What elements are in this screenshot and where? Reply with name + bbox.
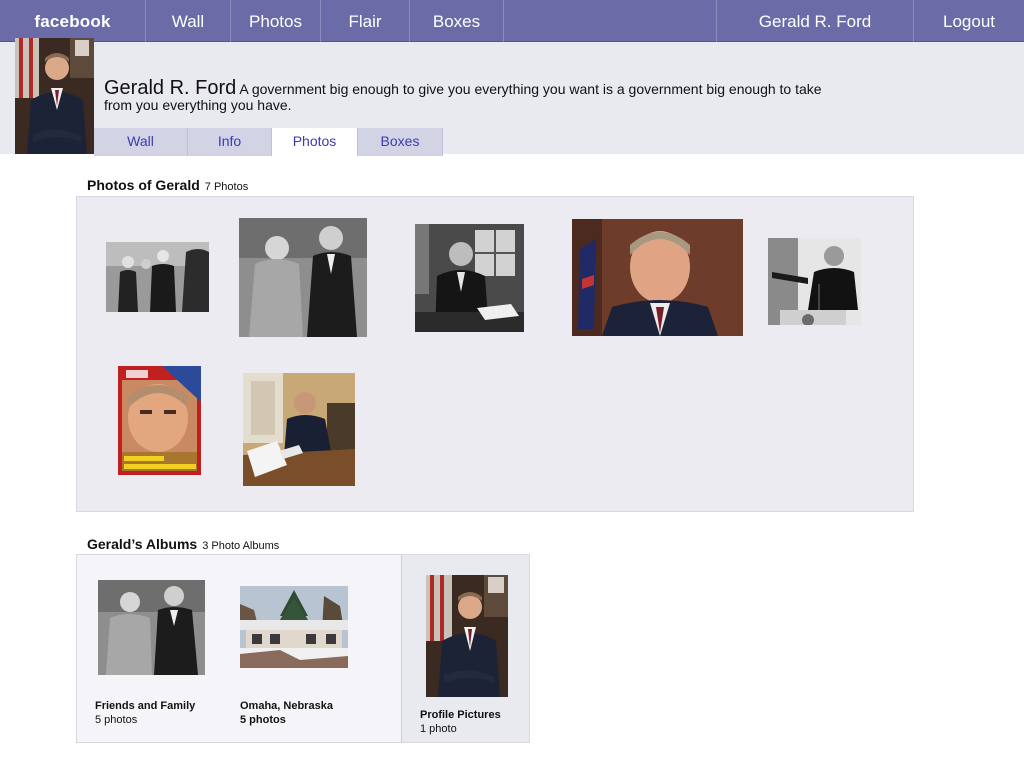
album-title[interactable]: Friends and Family: [95, 700, 195, 712]
photo-thumbnail[interactable]: [106, 242, 209, 312]
profile-picture[interactable]: [15, 38, 94, 154]
album-cover[interactable]: [98, 580, 205, 675]
top-nav-bar: facebook Wall Photos Flair Boxes Gerald …: [0, 0, 1024, 42]
photos-section-heading: Photos of Gerald: [87, 177, 200, 193]
albums-count: 3 Photo Albums: [202, 540, 280, 552]
nav-flair-link[interactable]: Flair: [321, 0, 409, 42]
album-cover[interactable]: [240, 586, 348, 668]
album-cover[interactable]: [426, 575, 508, 697]
albums-section-heading: Gerald’s Albums: [87, 536, 198, 552]
tab-wall[interactable]: Wall: [94, 128, 188, 156]
photo-thumbnail[interactable]: [768, 238, 861, 325]
albums-divider: [401, 555, 402, 742]
photo-thumbnail[interactable]: [572, 219, 743, 336]
photo-thumbnail[interactable]: [118, 366, 201, 475]
tab-photos[interactable]: Photos: [272, 128, 358, 156]
photo-thumbnail[interactable]: [415, 224, 524, 332]
album-count: 5 photos: [240, 714, 286, 726]
tab-boxes[interactable]: Boxes: [358, 128, 443, 156]
photo-thumbnail[interactable]: [243, 373, 355, 486]
album-title[interactable]: Omaha, Nebraska: [240, 700, 333, 712]
albums-section-title: Gerald’s Albums 3 Photo Albums: [87, 536, 279, 552]
nav-photos-link[interactable]: Photos: [231, 0, 320, 42]
nav-wall-link[interactable]: Wall: [146, 0, 230, 42]
album-count: 5 photos: [95, 714, 138, 726]
photos-section-title: Photos of Gerald 7 Photos: [87, 177, 248, 193]
profile-name-status: Gerald R. Ford A government big enough t…: [104, 77, 824, 113]
nav-user-link[interactable]: Gerald R. Ford: [717, 0, 913, 42]
nav-boxes-link[interactable]: Boxes: [410, 0, 503, 42]
nav-divider: [503, 0, 504, 42]
album-count: 1 photo: [420, 723, 457, 735]
facebook-logo[interactable]: facebook: [0, 0, 145, 42]
photos-count: 7 Photos: [204, 181, 249, 193]
album-title[interactable]: Profile Pictures: [420, 709, 501, 721]
photo-thumbnail[interactable]: [239, 218, 367, 337]
tab-info[interactable]: Info: [188, 128, 272, 156]
profile-name: Gerald R. Ford: [104, 77, 237, 99]
logout-link[interactable]: Logout: [914, 0, 1024, 42]
